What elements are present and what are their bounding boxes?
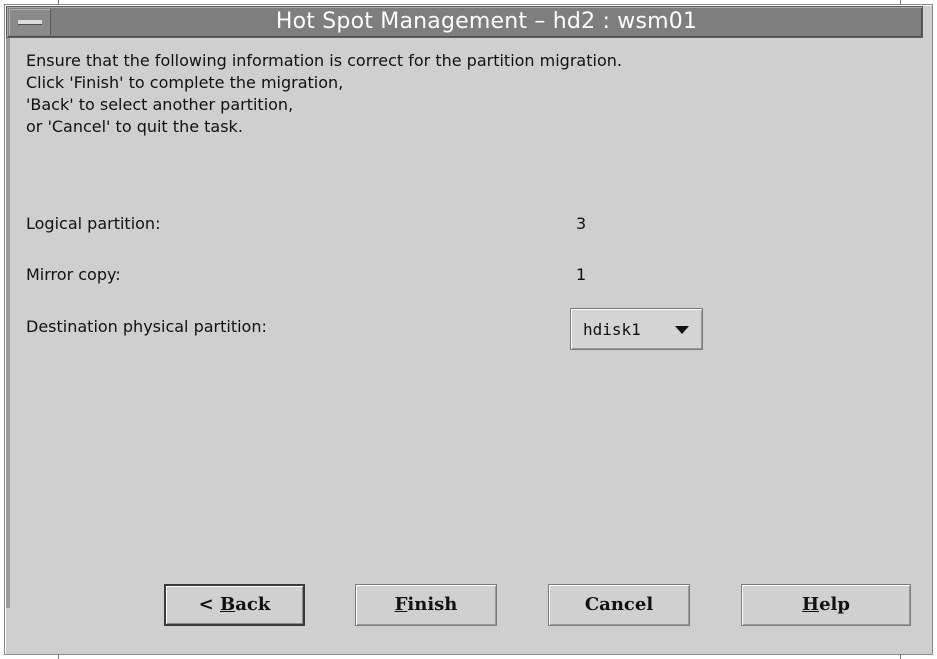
finish-button-mnemonic: F bbox=[394, 594, 408, 615]
frame-corner-mark bbox=[58, 654, 59, 659]
back-button-prefix: < bbox=[198, 594, 221, 615]
window-menu-icon bbox=[18, 20, 42, 24]
instruction-line: 'Back' to select another partition, bbox=[26, 95, 294, 114]
window-left-edge bbox=[6, 38, 10, 608]
instruction-line: Ensure that the following information is… bbox=[26, 51, 622, 70]
triangle-down-icon bbox=[675, 326, 689, 334]
window-menu-button[interactable] bbox=[9, 9, 51, 35]
mirror-copy-label: Mirror copy: bbox=[26, 265, 121, 284]
destination-label: Destination physical partition: bbox=[26, 317, 267, 336]
destination-selected-value: hdisk1 bbox=[583, 320, 641, 339]
back-button-rest: ack bbox=[235, 594, 271, 615]
frame-corner-mark bbox=[900, 654, 901, 659]
logical-partition-label: Logical partition: bbox=[26, 214, 161, 233]
window-title: Hot Spot Management – hd2 : wsm01 bbox=[275, 9, 698, 34]
finish-button[interactable]: Finish bbox=[355, 584, 497, 626]
instructions: Ensure that the following information is… bbox=[26, 50, 906, 138]
instruction-line: Click 'Finish' to complete the migration… bbox=[26, 73, 344, 92]
back-button-mnemonic: B bbox=[220, 594, 236, 615]
help-button-mnemonic: H bbox=[802, 594, 820, 615]
frame-corner-mark bbox=[900, 0, 901, 5]
help-button-rest: elp bbox=[819, 594, 850, 615]
back-button[interactable]: < Back bbox=[164, 584, 305, 626]
finish-button-rest: inish bbox=[407, 594, 458, 615]
instruction-line: or 'Cancel' to quit the task. bbox=[26, 117, 243, 136]
cancel-button-label: Cancel bbox=[584, 594, 654, 615]
destination-select[interactable]: hdisk1 bbox=[570, 308, 703, 350]
mirror-copy-value: 1 bbox=[576, 265, 587, 284]
logical-partition-value: 3 bbox=[576, 214, 587, 233]
help-button[interactable]: Help bbox=[741, 584, 911, 626]
title-bar[interactable]: Hot Spot Management – hd2 : wsm01 bbox=[6, 6, 923, 38]
cancel-button[interactable]: Cancel bbox=[548, 584, 690, 626]
frame-corner-mark bbox=[58, 0, 59, 5]
